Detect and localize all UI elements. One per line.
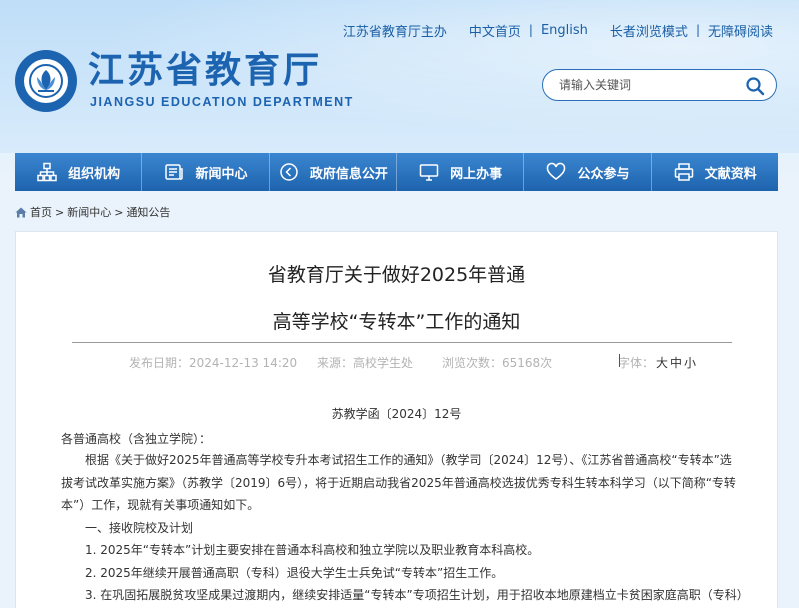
paragraph-line: 本”）工作，现就有关事项通知如下。	[61, 498, 260, 512]
list-item: 1. 2025年“专转本”计划主要安排在普通本科高校和独立学院以及职业教育本科高…	[85, 543, 540, 557]
article-title-line2: 高等学校“专转本”工作的通知	[272, 311, 521, 333]
site-title[interactable]: 江苏省教育厅	[88, 50, 322, 92]
divider	[619, 354, 620, 367]
font-small-button[interactable]: 小	[684, 354, 696, 371]
font-size-label: 字体：	[618, 356, 655, 370]
article-source: 来源：高校学生处	[317, 356, 414, 370]
list-item: 3. 在巩固拓展脱贫攻坚成果过渡期内，继续安排适量“专转本”专项招生计划，用于招…	[85, 588, 749, 602]
search-input[interactable]	[559, 72, 729, 98]
nav-documents[interactable]: 文献资料	[652, 153, 778, 191]
heart-icon	[545, 161, 567, 183]
nav-label: 组织机构	[68, 166, 121, 182]
site-subtitle: JIANGSU EDUCATION DEPARTMENT	[90, 95, 354, 109]
nav-online-service[interactable]: 网上办事	[397, 153, 525, 191]
paragraph-line: 拔考试改革实施方案》（苏教学〔2019〕6号），将于近期启动我省2025年普通高…	[61, 476, 736, 490]
nav-label: 新闻中心	[195, 166, 248, 182]
top-links: 江苏省教育厅主办 中文首页 | English 长者浏览模式 | 无障碍阅读	[343, 21, 773, 40]
breadcrumb-separator: >	[55, 205, 65, 219]
breadcrumb-home[interactable]: 首页	[30, 204, 52, 220]
accessible-reading-link[interactable]: 无障碍阅读	[708, 21, 773, 40]
org-chart-icon	[36, 161, 58, 183]
divider: |	[528, 23, 533, 37]
printer-icon	[673, 161, 695, 183]
nav-org[interactable]: 组织机构	[15, 153, 143, 191]
elderly-mode-link[interactable]: 长者浏览模式	[610, 21, 688, 40]
breadcrumb-news[interactable]: 新闻中心	[67, 204, 111, 220]
font-size-switcher: 字体： 大 中 小	[617, 354, 697, 371]
chinese-home-link[interactable]: 中文首页	[469, 21, 521, 40]
view-count: 浏览次数：65168次	[442, 356, 553, 370]
article-meta: 发布日期：2024-12-13 14:20 来源：高校学生处 浏览次数：6516…	[16, 354, 779, 372]
nav-label: 政府信息公开	[309, 166, 388, 182]
newspaper-icon	[163, 161, 185, 183]
nav-label: 文献资料	[704, 166, 757, 182]
section-heading: 一、接收院校及计划	[85, 521, 194, 535]
search-icon[interactable]	[744, 75, 766, 97]
nav-label: 公众参与	[577, 166, 630, 182]
nav-news[interactable]: 新闻中心	[142, 153, 270, 191]
salutation: 各普通高校（含独立学院）：	[61, 432, 212, 446]
info-disclosure-icon	[278, 161, 300, 183]
breadcrumb-notice[interactable]: 通知公告	[126, 204, 170, 220]
breadcrumb-separator: >	[114, 205, 124, 219]
font-medium-button[interactable]: 中	[670, 354, 682, 371]
document-number: 苏教学函〔2024〕12号	[331, 407, 462, 421]
title-divider	[72, 342, 732, 343]
english-link[interactable]: English	[541, 23, 588, 38]
nav-public-participation[interactable]: 公众参与	[524, 153, 652, 191]
nav-info-disclosure[interactable]: 政府信息公开	[270, 153, 397, 191]
divider: |	[695, 23, 700, 37]
search-box	[542, 69, 777, 101]
monitor-icon	[418, 161, 440, 183]
paragraph-line: 根据《关于做好2025年普通高等学校专升本考试招生工作的通知》（教学司〔2024…	[85, 453, 732, 467]
article-panel: 省教育厅关于做好2025年普通 高等学校“专转本”工作的通知 发布日期：2024…	[15, 231, 778, 608]
article-title-line1: 省教育厅关于做好2025年普通	[267, 264, 526, 286]
site-header: 江苏省教育厅主办 中文首页 | English 长者浏览模式 | 无障碍阅读 江…	[0, 0, 799, 153]
home-icon	[15, 207, 27, 218]
logo-emblem-icon[interactable]	[15, 50, 77, 112]
publish-time: 发布日期：2024-12-13 14:20	[129, 356, 298, 370]
breadcrumb: 首页 > 新闻中心 > 通知公告	[15, 205, 170, 219]
font-large-button[interactable]: 大	[656, 354, 668, 371]
list-item: 2. 2025年继续开展普通高职（专科）退役大学生士兵免试“专转本”招生工作。	[85, 566, 504, 580]
main-nav: 组织机构 新闻中心 政府信息公开 网上办事 公众参与 文献资料	[15, 153, 778, 191]
nav-label: 网上办事	[450, 166, 503, 182]
host-link[interactable]: 江苏省教育厅主办	[343, 21, 447, 40]
